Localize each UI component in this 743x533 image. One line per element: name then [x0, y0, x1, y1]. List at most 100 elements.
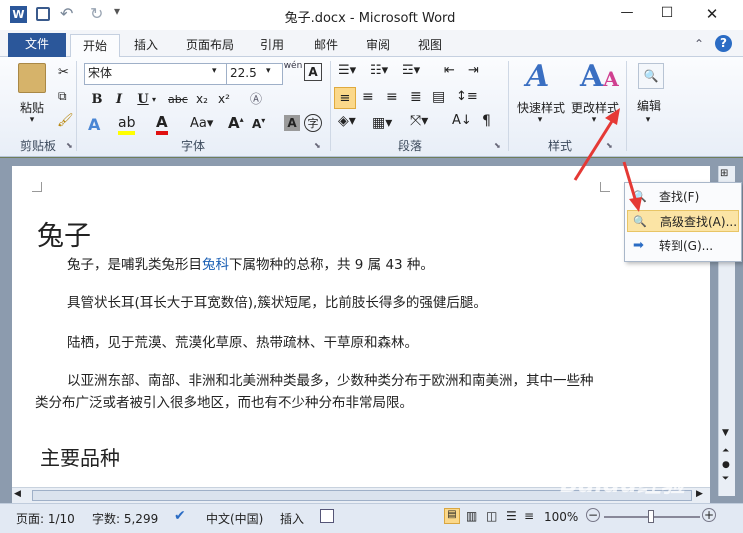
show-marks-icon[interactable]: ¶: [482, 113, 491, 129]
font-launcher-icon[interactable]: ⬊: [314, 141, 321, 150]
link-text[interactable]: 兔科: [202, 257, 229, 273]
binoculars-icon[interactable]: 🔍: [638, 63, 664, 89]
quick-styles-dropdown-icon[interactable]: ▾: [534, 115, 546, 125]
highlight-icon[interactable]: ab: [118, 115, 136, 135]
shading-icon[interactable]: ◈▾: [338, 113, 356, 129]
line-spacing-icon[interactable]: ↕≡: [456, 89, 478, 104]
underline-dropdown-icon[interactable]: ▾: [152, 95, 156, 104]
minimize-button[interactable]: —: [612, 5, 642, 20]
paste-button[interactable]: 粘贴: [12, 99, 52, 116]
quick-styles-button[interactable]: 快速样式: [514, 99, 568, 116]
font-size-box[interactable]: 22.5: [226, 63, 283, 85]
align-right-icon[interactable]: ≡: [386, 89, 398, 105]
macro-record-icon[interactable]: [320, 509, 334, 523]
menu-item-advanced-find[interactable]: 🔍 高级查找(A)...: [627, 210, 739, 232]
close-button[interactable]: ✕: [697, 5, 727, 23]
superscript-icon[interactable]: x²: [218, 92, 230, 106]
customize-qat-icon[interactable]: ▾: [114, 4, 120, 18]
redo-icon[interactable]: ↻: [90, 4, 103, 23]
tab-home[interactable]: 开始: [70, 34, 120, 58]
undo-icon[interactable]: ↶: [60, 4, 73, 23]
tab-view[interactable]: 视图: [408, 34, 452, 57]
format-painter-icon[interactable]: 🖌: [57, 113, 74, 128]
zoom-out-icon[interactable]: −: [586, 508, 600, 522]
char-shading-icon[interactable]: A: [284, 115, 300, 131]
editing-button[interactable]: 编辑: [632, 97, 666, 114]
tab-review[interactable]: 审阅: [356, 34, 400, 57]
change-styles-dropdown-icon[interactable]: ▾: [588, 115, 600, 125]
page-count[interactable]: 页面: 1/10: [16, 510, 75, 527]
scroll-right-icon[interactable]: ▶: [696, 489, 703, 499]
zoom-level[interactable]: 100%: [544, 510, 578, 524]
italic-icon[interactable]: I: [110, 91, 128, 109]
web-layout-view-icon[interactable]: ◫: [486, 509, 497, 523]
editing-dropdown-icon[interactable]: ▾: [642, 115, 654, 125]
styles-launcher-icon[interactable]: ⬊: [606, 141, 613, 150]
maximize-button[interactable]: ☐: [652, 5, 682, 21]
sort-icon[interactable]: A↓: [452, 113, 472, 128]
subscript-icon[interactable]: x₂: [196, 92, 208, 106]
ribbon-collapse-icon[interactable]: ⌃: [694, 37, 704, 51]
ruler-toggle-icon[interactable]: ⊞: [720, 168, 728, 179]
char-border-icon[interactable]: A: [304, 63, 322, 81]
change-styles-button[interactable]: 更改样式: [568, 99, 622, 116]
tab-page-layout[interactable]: 页面布局: [178, 34, 242, 57]
paragraph-launcher-icon[interactable]: ⬊: [494, 141, 501, 150]
justify-icon[interactable]: ≣: [410, 89, 422, 105]
scroll-left-icon[interactable]: ◀: [14, 489, 21, 499]
quick-styles-icon[interactable]: A: [526, 59, 549, 94]
strikethrough-icon[interactable]: abc: [168, 93, 188, 106]
word-count[interactable]: 字数: 5,299: [92, 510, 158, 527]
word-logo-icon[interactable]: W: [10, 6, 27, 23]
zoom-slider-thumb[interactable]: [648, 510, 654, 523]
outline-view-icon[interactable]: ☰: [506, 509, 517, 523]
tab-file[interactable]: 文件: [8, 33, 66, 57]
pinyin-guide-icon[interactable]: wén: [283, 61, 303, 71]
scroll-down-icon[interactable]: ▼: [722, 428, 729, 438]
tab-references[interactable]: 引用: [250, 34, 294, 57]
enclose-char-icon[interactable]: 字: [304, 114, 322, 132]
clipboard-launcher-icon[interactable]: ⬊: [66, 141, 73, 150]
text-effects-icon[interactable]: A: [88, 115, 100, 134]
multilevel-list-icon[interactable]: ☲▾: [402, 63, 420, 78]
font-name-box[interactable]: 宋体: [84, 63, 229, 85]
font-color-icon[interactable]: A: [156, 113, 168, 135]
increase-indent-icon[interactable]: ⇥: [468, 63, 479, 78]
tab-insert[interactable]: 插入: [124, 34, 168, 57]
borders-icon[interactable]: ▦▾: [372, 115, 392, 131]
full-screen-view-icon[interactable]: ▥: [466, 509, 477, 523]
next-page-icon[interactable]: ⏷: [722, 474, 729, 484]
browse-object-icon[interactable]: ●: [722, 460, 730, 470]
zoom-in-icon[interactable]: +: [702, 508, 716, 522]
copy-icon[interactable]: ⧉: [58, 89, 67, 104]
save-icon[interactable]: [36, 7, 50, 21]
help-icon[interactable]: ?: [715, 35, 732, 52]
shrink-font-icon[interactable]: A▾: [252, 116, 265, 131]
font-size-dropdown-icon[interactable]: ▾: [266, 66, 271, 76]
language-status[interactable]: 中文(中国): [206, 510, 263, 527]
bold-icon[interactable]: B: [88, 91, 106, 109]
decrease-indent-icon[interactable]: ⇤: [444, 63, 455, 78]
align-left-icon[interactable]: ≡: [334, 87, 356, 109]
draft-view-icon[interactable]: ≡: [524, 509, 534, 523]
chinese-layout-icon[interactable]: ⤧▾: [410, 113, 428, 129]
distributed-icon[interactable]: ▤: [432, 89, 445, 105]
menu-item-goto[interactable]: ➡ 转到(G)...: [627, 235, 739, 257]
paste-icon[interactable]: [18, 63, 46, 93]
bullets-icon[interactable]: ☰▾: [338, 63, 356, 78]
proofing-icon[interactable]: ✔: [174, 508, 186, 524]
prev-page-icon[interactable]: ⏶: [722, 446, 729, 456]
print-layout-view-icon[interactable]: ▤: [444, 508, 460, 524]
underline-icon[interactable]: U: [134, 91, 152, 109]
cut-icon[interactable]: ✂: [58, 65, 69, 80]
document-page[interactable]: 兔子 兔子，是哺乳类兔形目兔科下属物种的总称，共 9 属 43 种。 具管状长耳…: [12, 166, 710, 496]
paste-dropdown-icon[interactable]: ▾: [26, 115, 38, 125]
clear-formatting-icon[interactable]: Ⓐ: [250, 90, 262, 107]
font-name-dropdown-icon[interactable]: ▾: [212, 66, 217, 76]
insert-mode-status[interactable]: 插入: [280, 510, 304, 527]
change-case-icon[interactable]: Aa▾: [190, 116, 213, 131]
menu-item-find[interactable]: 🔍 查找(F): [627, 186, 739, 208]
grow-font-icon[interactable]: A▴: [228, 114, 244, 132]
change-styles-icon[interactable]: AA: [580, 59, 619, 94]
numbering-icon[interactable]: ☷▾: [370, 63, 388, 78]
